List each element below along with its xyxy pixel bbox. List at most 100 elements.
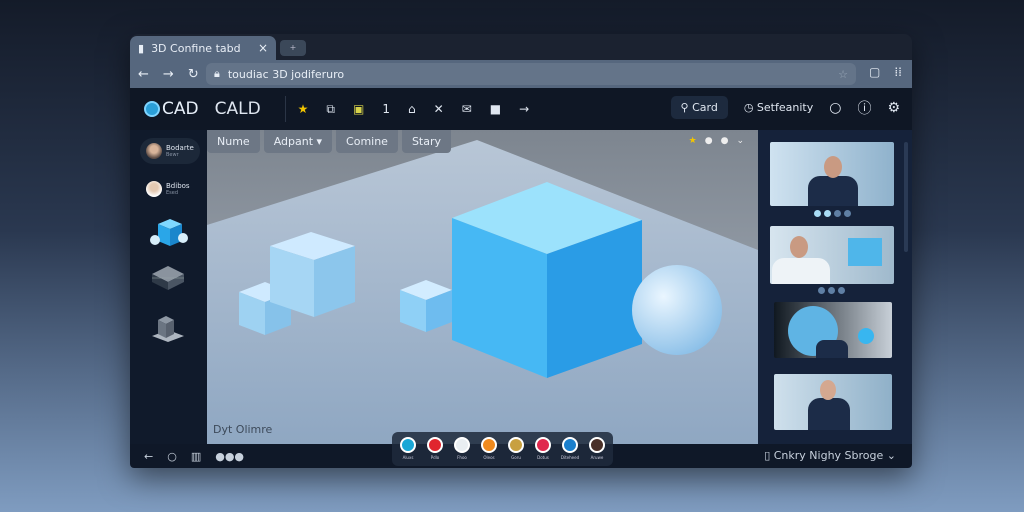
dock-app[interactable]: Oleos xyxy=(477,434,501,464)
security-button[interactable]: ◷ Setfeanity xyxy=(744,101,813,114)
chat-icon[interactable]: ○ xyxy=(829,100,841,116)
page-icon: ▮ xyxy=(138,41,145,55)
dock-app[interactable]: Aluxs xyxy=(396,434,420,464)
extensions-icon[interactable]: ⁞⁞ xyxy=(894,65,902,79)
bookmark-star-icon[interactable]: ☆ xyxy=(838,68,848,81)
logo-text: CAD xyxy=(162,99,199,119)
layers-icon[interactable] xyxy=(148,262,188,296)
copy-tool[interactable]: ⧉ xyxy=(326,102,335,117)
video-thumbnail[interactable] xyxy=(774,302,892,358)
close-tab-icon[interactable]: × xyxy=(258,41,268,55)
divider xyxy=(284,96,286,122)
user-status: Bewr xyxy=(166,152,179,158)
new-tab-button[interactable]: + xyxy=(280,40,306,56)
star-tool[interactable]: ★ xyxy=(298,102,309,116)
mail-tool[interactable]: ✉ xyxy=(462,102,472,116)
home-icon[interactable]: ○ xyxy=(167,450,177,463)
storage-selector[interactable]: ▯ Cnkry Nighy Sbroge ⌄ xyxy=(764,449,896,462)
tab-adpant[interactable]: Adpant ▾ xyxy=(263,130,333,153)
tab-title: 3D Confine tabd xyxy=(151,41,241,55)
video-thumbnail[interactable] xyxy=(774,374,892,430)
tiny-cube[interactable] xyxy=(400,280,452,332)
logo-icon xyxy=(144,101,160,117)
video-thumbnail[interactable] xyxy=(770,142,894,206)
carousel-dots[interactable] xyxy=(818,287,845,294)
user-item[interactable]: Bdibos Esed xyxy=(140,176,196,202)
tab-stary[interactable]: Stary xyxy=(401,130,452,153)
panel-icon[interactable]: ▥ xyxy=(191,450,201,463)
scrollbar[interactable] xyxy=(904,142,908,252)
dock-app[interactable]: Dotus xyxy=(531,434,555,464)
medium-cube[interactable] xyxy=(270,232,355,317)
lock-icon: 🔒︎ xyxy=(214,67,220,80)
app-icon xyxy=(427,437,443,453)
favorite-icon[interactable]: ★ xyxy=(689,136,697,146)
sidebar: Bodarte Bewr Bdibos Esed xyxy=(130,130,207,444)
viewport-label: Dyt Olimre xyxy=(213,423,273,436)
app-label: Diteheed xyxy=(560,455,580,460)
user-name: Bodarte xyxy=(166,144,194,152)
close-tool[interactable]: ✕ xyxy=(434,102,444,116)
carousel-dots[interactable] xyxy=(814,210,851,217)
tab-bar: ▮ 3D Confine tabd × + xyxy=(130,34,912,60)
forward-icon[interactable]: → xyxy=(163,67,174,82)
search-icon: ⚲ xyxy=(680,101,693,114)
app-icon xyxy=(481,437,497,453)
video-panel xyxy=(758,130,912,444)
dock-app[interactable]: Pdlo xyxy=(423,434,447,464)
more-icon[interactable]: ●●● xyxy=(215,450,244,463)
option-icon[interactable]: ● xyxy=(721,136,729,146)
sphere[interactable] xyxy=(632,265,722,355)
app-logo: CAD xyxy=(144,99,199,119)
tab-name[interactable]: Nume xyxy=(207,130,260,153)
url-field[interactable]: 🔒︎ toudiac 3D jodiferuro ☆ xyxy=(206,63,856,85)
app-label: Pdlo xyxy=(430,455,440,460)
security-label: Setfeanity xyxy=(756,101,814,114)
app-icon xyxy=(562,437,578,453)
brand-name: CALD xyxy=(214,99,261,119)
option-icon[interactable]: ● xyxy=(705,136,713,146)
app-header: CAD CALD ★ ⧉ ▣ 1 ⌂ ✕ ✉ ■ → ⚲ Card ◷ Setf… xyxy=(130,88,912,130)
dock-app[interactable]: Diteheed xyxy=(558,434,582,464)
video-thumbnail[interactable] xyxy=(770,226,894,284)
app-icon xyxy=(508,437,524,453)
tab-comine[interactable]: Comine xyxy=(336,130,398,153)
home-tool[interactable]: ⌂ xyxy=(408,102,416,116)
browser-tab[interactable]: ▮ 3D Confine tabd × xyxy=(130,36,276,60)
app-icon xyxy=(454,437,470,453)
back-icon[interactable]: ← xyxy=(144,450,153,463)
app-icon xyxy=(400,437,416,453)
app-label: Aluxs xyxy=(402,455,414,460)
large-cube[interactable] xyxy=(452,182,642,378)
square-tool[interactable]: ■ xyxy=(490,102,501,116)
app-label: Oleos xyxy=(483,455,495,460)
storage-label: Cnkry Nighy Sbroge ⌄ xyxy=(773,449,896,462)
chevron-down-icon[interactable]: ⌄ xyxy=(736,136,744,146)
back-icon[interactable]: ← xyxy=(138,67,149,82)
dock-app[interactable]: Aruwe xyxy=(585,434,609,464)
user-item[interactable]: Bodarte Bewr xyxy=(140,138,200,164)
app-dock: Aluxs Pdlo Fhoo Oleos Goru Dotus Diteheed Aruwe xyxy=(392,432,613,466)
avatar xyxy=(146,143,162,159)
info-icon[interactable]: ⓘ xyxy=(857,98,871,118)
3d-viewport[interactable]: Nume Adpant ▾ Comine Stary ★ ● ● ⌄ Dyt Olim… xyxy=(207,130,758,444)
clock-icon: ◷ xyxy=(743,101,757,114)
search-button[interactable]: ⚲ Card xyxy=(670,96,728,119)
app-icon xyxy=(589,437,605,453)
block-tool-icon[interactable] xyxy=(148,312,188,346)
scene xyxy=(207,140,758,444)
address-bar-row: ← → ↻ 🔒︎ toudiac 3D jodiferuro ☆ ▢ ⁞⁞ xyxy=(130,60,912,88)
storage-icon: ▯ xyxy=(764,449,774,462)
settings-icon[interactable]: ⚙ xyxy=(887,100,900,116)
reload-icon[interactable]: ↻ xyxy=(188,67,199,82)
arrow-tool[interactable]: → xyxy=(519,102,529,116)
layer-tool[interactable]: ▣ xyxy=(353,102,364,116)
number-tool[interactable]: 1 xyxy=(382,102,390,116)
dock-app[interactable]: Fhoo xyxy=(450,434,474,464)
dock-app[interactable]: Goru xyxy=(504,434,528,464)
url-text: toudiac 3D jodiferuro xyxy=(227,67,345,81)
app-label: Aruwe xyxy=(590,455,604,460)
avatar xyxy=(146,181,162,197)
window-icon[interactable]: ▢ xyxy=(869,65,880,79)
cube-tool-icon[interactable] xyxy=(148,216,188,250)
